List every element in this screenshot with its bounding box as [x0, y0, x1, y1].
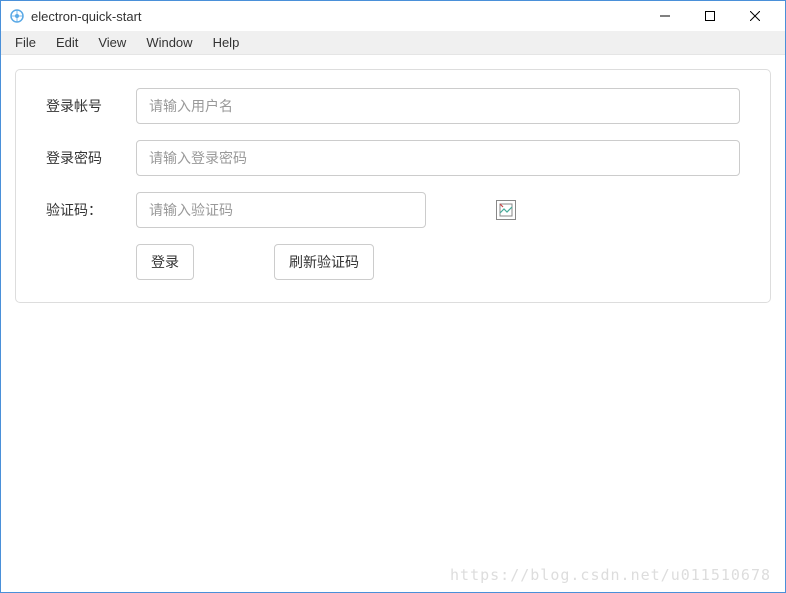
minimize-button[interactable]	[642, 1, 687, 31]
menu-window[interactable]: Window	[136, 32, 202, 53]
login-form: 登录帐号 登录密码 验证码： 登录 刷新验证码	[15, 69, 771, 303]
username-input[interactable]	[136, 88, 740, 124]
content-area: 登录帐号 登录密码 验证码： 登录 刷新验证码	[1, 55, 785, 317]
button-row: 登录 刷新验证码	[46, 244, 740, 280]
menu-view[interactable]: View	[88, 32, 136, 53]
captcha-image-broken-icon[interactable]	[496, 200, 516, 220]
password-input[interactable]	[136, 140, 740, 176]
login-button[interactable]: 登录	[136, 244, 194, 280]
username-label: 登录帐号	[46, 96, 136, 116]
app-icon	[9, 8, 25, 24]
watermark-text: https://blog.csdn.net/u011510678	[450, 566, 771, 584]
menu-help[interactable]: Help	[203, 32, 250, 53]
username-row: 登录帐号	[46, 88, 740, 124]
password-label: 登录密码	[46, 148, 136, 168]
captcha-input[interactable]	[136, 192, 426, 228]
password-row: 登录密码	[46, 140, 740, 176]
refresh-captcha-button[interactable]: 刷新验证码	[274, 244, 374, 280]
titlebar: electron-quick-start	[1, 1, 785, 31]
menu-edit[interactable]: Edit	[46, 32, 88, 53]
window-controls	[642, 1, 777, 31]
maximize-button[interactable]	[687, 1, 732, 31]
close-button[interactable]	[732, 1, 777, 31]
menubar: File Edit View Window Help	[1, 31, 785, 55]
captcha-label: 验证码：	[46, 200, 136, 220]
menu-file[interactable]: File	[5, 32, 46, 53]
window-title: electron-quick-start	[31, 9, 642, 24]
captcha-row: 验证码：	[46, 192, 740, 228]
